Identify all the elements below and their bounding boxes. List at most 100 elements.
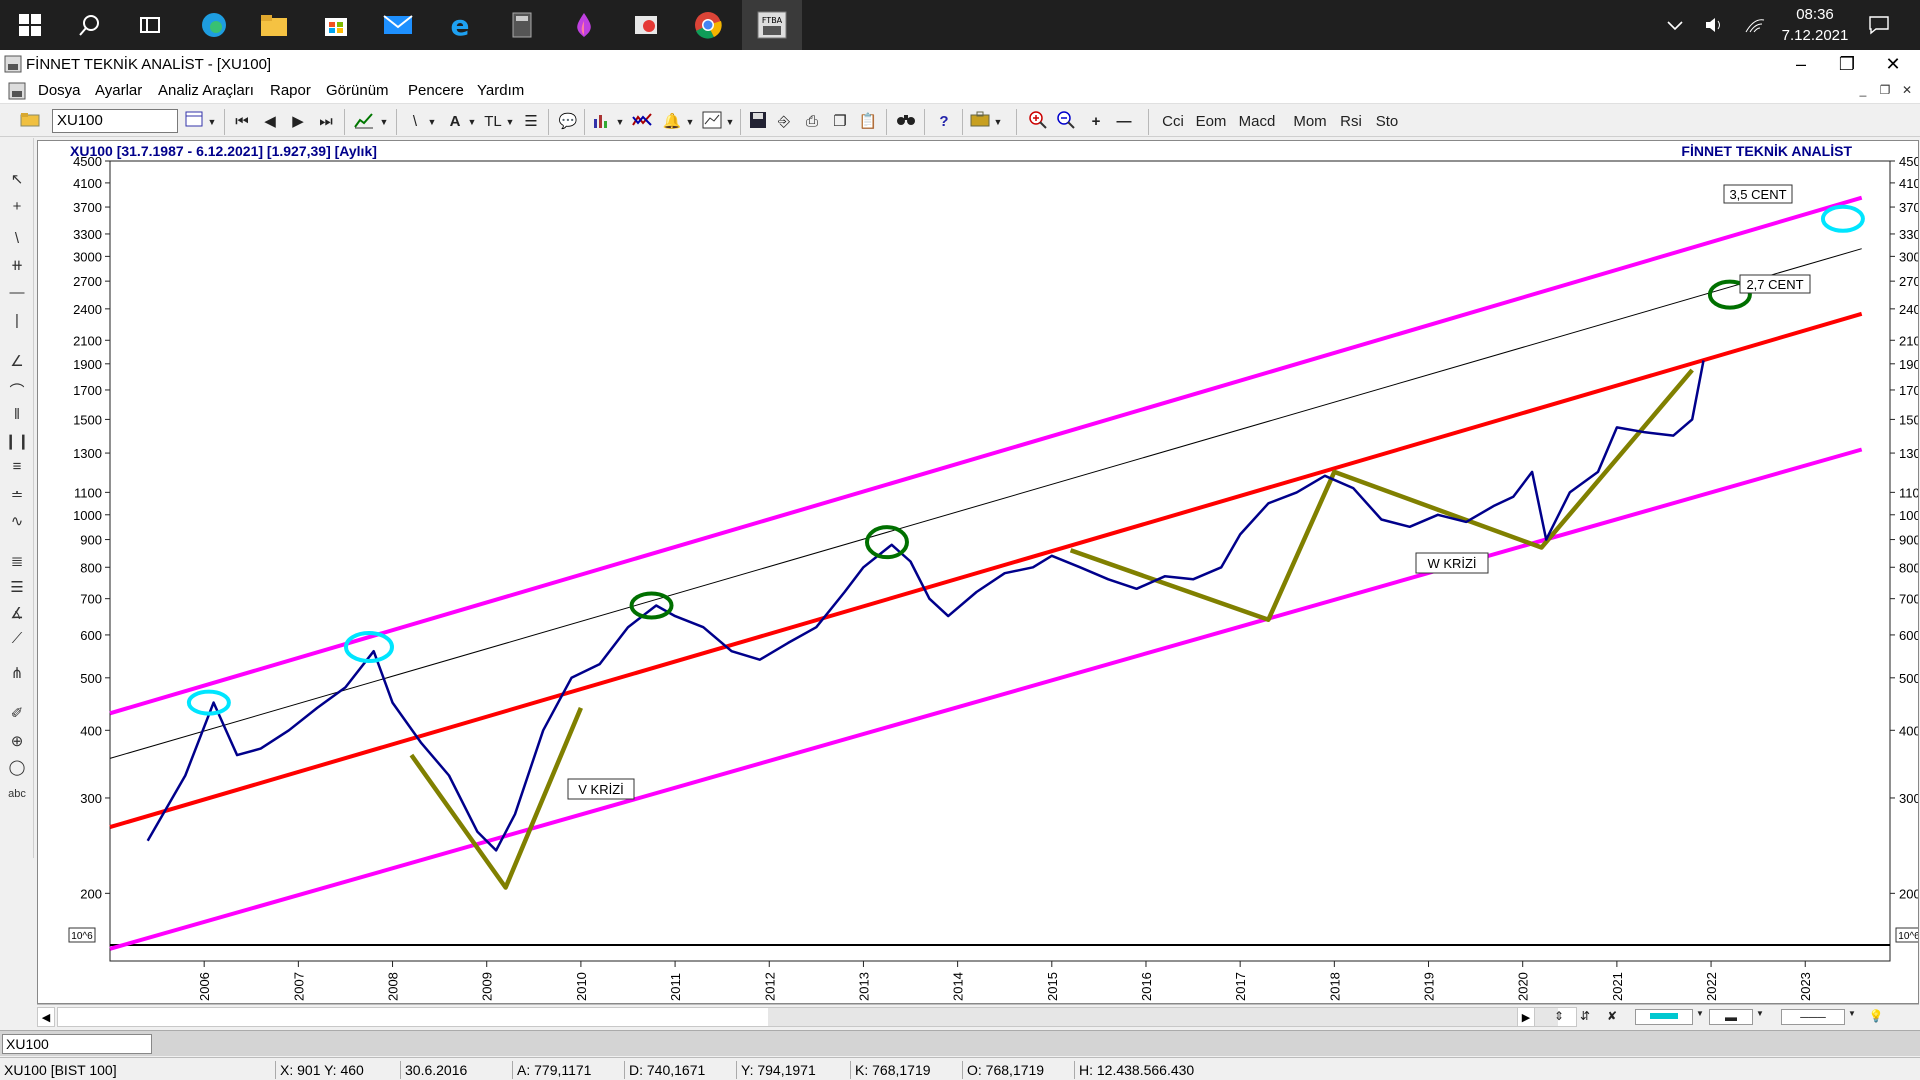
help-icon[interactable]: ? [932, 111, 956, 133]
scroll-right-icon[interactable]: ▶ [1517, 1007, 1535, 1027]
indicator-sto-button[interactable]: Sto [1372, 111, 1402, 133]
fill-style-picker[interactable]: ▬ [1709, 1009, 1753, 1025]
line-color-picker[interactable] [1635, 1009, 1693, 1025]
pitchfork-icon[interactable]: ⋔ [4, 664, 30, 686]
start-icon[interactable] [12, 7, 48, 43]
menu-pencere[interactable]: Pencere [408, 82, 464, 99]
angle-icon[interactable]: ∡ [4, 604, 30, 626]
notification-icon[interactable] [1868, 0, 1890, 50]
child-window-icon[interactable] [8, 82, 26, 103]
alarm-dropdown-icon[interactable]: ▼ [684, 111, 696, 133]
calendar-icon[interactable] [182, 111, 206, 133]
crosshair-icon[interactable]: + [4, 198, 30, 220]
bar-chart-dropdown-icon[interactable]: ▼ [614, 111, 626, 133]
fit-vertical-icon[interactable]: ⇕ [1551, 1009, 1567, 1025]
previous-icon[interactable]: ◀ [258, 111, 282, 133]
paint-icon[interactable] [566, 7, 602, 43]
list-icon[interactable]: ☰ [520, 111, 542, 133]
copy-icon[interactable]: ❐ [828, 111, 852, 133]
bar-chart-icon[interactable] [590, 111, 614, 133]
close-button[interactable]: ✕ [1870, 52, 1916, 76]
gann-icon[interactable]: ⟋ [4, 630, 30, 652]
currency-selector[interactable]: TL [482, 111, 504, 133]
scale-vertical-icon[interactable]: ⇵ [1577, 1009, 1593, 1025]
scrollbar-thumb[interactable] [768, 1008, 1558, 1026]
line-color-dropdown-icon[interactable]: ▼ [1693, 1009, 1707, 1025]
first-record-icon[interactable]: ⏮ [230, 111, 254, 133]
menu-analiz-araclari[interactable]: Analiz Araçları [158, 82, 254, 99]
trendline-icon[interactable]: \ [4, 230, 30, 252]
levels-icon[interactable]: ☰ [4, 578, 30, 600]
lightbulb-icon[interactable]: 💡 [1867, 1009, 1885, 1025]
pointer-icon[interactable]: ↖ [4, 170, 30, 192]
network-icon[interactable] [1744, 0, 1766, 50]
task-view-icon[interactable] [132, 7, 168, 43]
ie-icon[interactable]: e [442, 7, 478, 43]
menu-dosya[interactable]: Dosya [38, 82, 81, 99]
line-tool-icon[interactable]: \ [404, 111, 426, 133]
indicator-mom-button[interactable]: Mom [1290, 111, 1330, 133]
chart-style-dropdown-icon[interactable]: ▼ [378, 111, 390, 133]
indicator-window-icon[interactable] [700, 111, 724, 133]
vertical-line-icon[interactable]: | [4, 312, 30, 334]
mdi-restore-button[interactable]: ❐ [1876, 83, 1894, 99]
compare-icon[interactable] [630, 111, 654, 133]
next-icon[interactable]: ▶ [286, 111, 310, 133]
menu-gorunum[interactable]: Görünüm [326, 82, 389, 99]
brush-icon[interactable]: ✐ [4, 704, 30, 726]
fit-all-icon[interactable]: ✘ [1603, 1009, 1621, 1025]
menu-yardim[interactable]: Yardım [477, 82, 524, 99]
ellipse-icon[interactable]: ◯ [4, 758, 30, 780]
tab-xu100[interactable]: XU100 [2, 1034, 152, 1054]
finnet-icon[interactable]: FTBA [742, 0, 802, 50]
horizontal-scrollbar[interactable] [57, 1007, 1577, 1027]
snip-icon[interactable] [628, 7, 664, 43]
fan-icon[interactable]: ∠ [4, 352, 30, 374]
save-icon[interactable] [746, 111, 770, 133]
open-folder-icon[interactable] [18, 111, 42, 133]
text-tool-dropdown-icon[interactable]: ▼ [466, 111, 478, 133]
store-icon[interactable] [318, 7, 354, 43]
volume-icon[interactable] [1704, 0, 1724, 50]
alarm-bell-icon[interactable]: 🔔 [660, 111, 684, 133]
print-icon[interactable]: ⎙ [800, 111, 824, 133]
copy-settings-icon[interactable]: ⎆ [772, 111, 796, 133]
line-width-picker[interactable]: ─── [1781, 1009, 1845, 1025]
arc-icon[interactable]: ⌒ [4, 380, 30, 402]
chevron-up-icon[interactable] [1666, 0, 1684, 50]
zoom-out-icon[interactable] [1054, 111, 1078, 133]
add-icon[interactable]: + [1084, 111, 1108, 133]
system-clock[interactable]: 08:36 7.12.2021 [1770, 4, 1860, 46]
spiral-icon[interactable]: ⊕ [4, 732, 30, 754]
zoom-in-icon[interactable] [1026, 111, 1050, 133]
parallel-line-icon[interactable]: ⧺ [4, 256, 30, 278]
horizontal-line-icon[interactable]: — [4, 284, 30, 306]
menu-ayarlar[interactable]: Ayarlar [95, 82, 142, 99]
text-tool-icon[interactable]: A [444, 111, 466, 133]
retracement-icon[interactable]: ≡ [4, 458, 30, 480]
indicator-macd-button[interactable]: Macd [1236, 111, 1278, 133]
paste-icon[interactable]: 📋 [856, 111, 880, 133]
line-width-dropdown-icon[interactable]: ▼ [1845, 1009, 1859, 1025]
edge-icon[interactable] [196, 7, 232, 43]
scroll-left-icon[interactable]: ◀ [37, 1007, 55, 1027]
wave-icon[interactable]: ∿ [4, 512, 30, 534]
text-label-icon[interactable]: abc [4, 788, 30, 810]
chrome-icon[interactable] [690, 7, 726, 43]
last-record-icon[interactable]: ⏭ [314, 111, 338, 133]
indicator-eom-button[interactable]: Eom [1194, 111, 1228, 133]
minimize-button[interactable]: – [1778, 52, 1824, 76]
portfolio-icon[interactable] [968, 111, 992, 133]
search-icon[interactable] [72, 7, 108, 43]
time-zones-icon[interactable]: ❙❙ [4, 432, 30, 454]
restore-button[interactable]: ❐ [1824, 52, 1870, 76]
line-tool-dropdown-icon[interactable]: ▼ [426, 111, 438, 133]
symbol-input[interactable]: XU100 [52, 109, 178, 133]
fill-style-dropdown-icon[interactable]: ▼ [1753, 1009, 1767, 1025]
comment-icon[interactable]: 💬 [556, 111, 580, 133]
price-chart[interactable]: XU100 [31.7.1987 - 6.12.2021] [1.927,39]… [38, 141, 1918, 1003]
remove-icon[interactable]: — [1112, 111, 1136, 133]
mail-icon[interactable] [380, 7, 416, 43]
file-explorer-icon[interactable] [256, 7, 292, 43]
indicator-dropdown-icon[interactable]: ▼ [724, 111, 736, 133]
